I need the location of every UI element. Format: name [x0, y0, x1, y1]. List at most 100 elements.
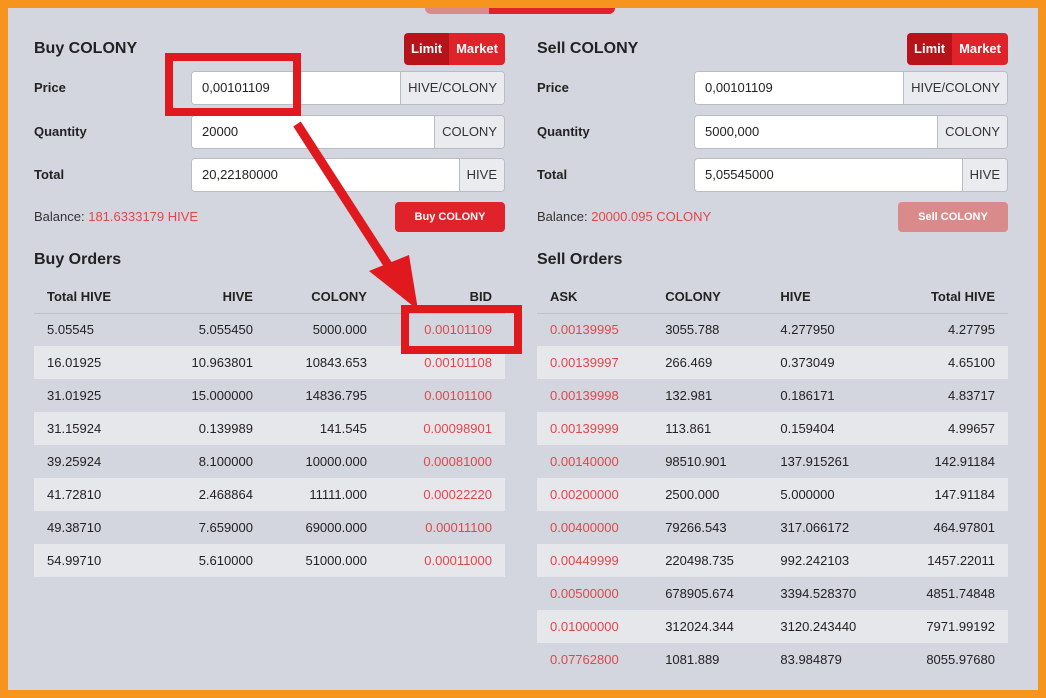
sell-quantity-field[interactable]: 5000,000 COLONY — [694, 115, 1008, 149]
buy-submit-button[interactable]: Buy COLONY — [395, 202, 505, 232]
top-tab-strip[interactable] — [425, 8, 615, 14]
buy-order-row[interactable]: 31.15924 0.139989 141.545 0.00098901 — [34, 412, 505, 445]
sell-order-cell: 147.91184 — [892, 478, 1008, 511]
sell-order-row[interactable]: 0.00139999 113.861 0.159404 4.99657 — [537, 412, 1008, 445]
sell-order-cell: 0.373049 — [767, 346, 893, 379]
buy-quantity-row: Quantity 20000 COLONY — [34, 115, 505, 149]
buy-order-cell: 41.72810 — [34, 478, 152, 511]
sell-order-cell: 0.00449999 — [537, 544, 653, 577]
sell-col-colony: COLONY — [652, 281, 768, 314]
buy-col-hive: HIVE — [151, 281, 266, 314]
sell-total-label: Total — [537, 167, 568, 182]
sell-order-row[interactable]: 0.01000000 312024.344 3120.243440 7971.9919… — [537, 610, 1008, 643]
sell-title: Sell COLONY — [537, 40, 639, 57]
buy-order-cell: 16.01925 — [34, 346, 152, 379]
sell-order-type-toggle: Limit Market — [907, 33, 1008, 65]
buy-balance-value[interactable]: 181.6333179 HIVE — [88, 209, 198, 224]
buy-quantity-unit: COLONY — [434, 116, 504, 148]
sell-order-cell: 0.07762800 — [550, 652, 619, 667]
bid-highlight-box — [401, 305, 522, 354]
buy-order-row[interactable]: 54.99710 5.610000 51000.000 0.00011000 — [34, 544, 505, 577]
sell-market-button[interactable]: Market — [952, 33, 1008, 65]
buy-order-cell: 51000.000 — [265, 544, 380, 577]
sell-order-cell: 3120.243440 — [767, 610, 893, 643]
sell-order-cell: 0.159404 — [767, 412, 893, 445]
sell-total-field[interactable]: 5,05545000 HIVE — [694, 158, 1008, 192]
sell-order-cell: 2500.000 — [652, 478, 768, 511]
buy-order-cell: 49.38710 — [47, 520, 102, 535]
buy-order-cell: 0.00098901 — [379, 412, 505, 445]
buy-order-row[interactable]: 49.38710 7.659000 69000.000 0.00011100 — [34, 511, 505, 544]
sell-order-row[interactable]: 0.00139995 3055.788 4.277950 4.27795 — [537, 313, 1008, 346]
sell-order-cell: 992.242103 — [767, 544, 893, 577]
sell-order-cell: 83.984879 — [780, 652, 842, 667]
sell-order-cell: 142.91184 — [934, 454, 996, 469]
sell-order-cell: 98510.901 — [665, 454, 727, 469]
buy-balance-label: Balance: — [34, 209, 85, 224]
buy-order-cell: 14836.795 — [305, 388, 367, 403]
buy-quantity-input[interactable]: 20000 — [192, 116, 435, 148]
buy-order-cell: 0.00101100 — [424, 388, 492, 403]
sell-order-cell: 4.27795 — [948, 322, 995, 338]
sell-orders-title: Sell Orders — [537, 251, 623, 268]
sell-order-cell: 0.00500000 — [550, 586, 619, 601]
sell-submit-button[interactable]: Sell COLONY — [898, 202, 1008, 232]
buy-balance: Balance: 181.6333179 HIVE — [34, 209, 198, 224]
sell-price-field[interactable]: 0,00101109 HIVE/COLONY — [694, 71, 1008, 105]
sell-order-cell: 3055.788 — [665, 322, 720, 338]
buy-market-button[interactable]: Market — [449, 33, 505, 65]
buy-order-cell: 10000.000 — [305, 454, 367, 469]
buy-limit-button[interactable]: Limit — [404, 33, 450, 65]
sell-order-cell: 5.000000 — [767, 478, 893, 511]
buy-order-cell: 0.00081000 — [423, 454, 492, 469]
buy-col-colony: COLONY — [265, 281, 380, 314]
sell-order-cell: 4.99657 — [892, 412, 1008, 445]
buy-order-cell: 0.139989 — [151, 412, 266, 445]
buy-total-unit: HIVE — [458, 159, 504, 191]
sell-order-row[interactable]: 0.00500000 678905.674 3394.528370 4851.7484… — [537, 577, 1008, 610]
sell-order-cell: 220498.735 — [652, 544, 768, 577]
sell-price-unit: HIVE/COLONY — [903, 72, 1007, 104]
buy-total-field[interactable]: 20,22180000 HIVE — [191, 158, 505, 192]
buy-order-cell: 31.15924 — [34, 412, 152, 445]
sell-order-cell: 0.00139998 — [550, 388, 619, 403]
sell-order-cell: 137.915261 — [780, 454, 850, 469]
buy-order-cell: 54.99710 — [34, 544, 152, 577]
sell-order-row[interactable]: 0.00139998 132.981 0.186171 4.83717 — [537, 379, 1008, 412]
buy-order-cell: 5000.000 — [312, 322, 367, 338]
buy-total-input[interactable]: 20,22180000 — [192, 159, 459, 191]
sell-order-cell: 4851.74848 — [926, 586, 995, 601]
sell-order-row[interactable]: 0.00200000 2500.000 5.000000 147.91184 — [537, 478, 1008, 511]
buy-order-cell: 2.468864 — [151, 478, 266, 511]
sell-limit-button[interactable]: Limit — [907, 33, 953, 65]
sell-quantity-row: Quantity 5000,000 COLONY — [537, 115, 1008, 149]
sell-price-input[interactable]: 0,00101109 — [695, 72, 904, 104]
sell-order-cell: 7971.99192 — [892, 610, 1008, 643]
buy-order-cell: 69000.000 — [305, 520, 367, 535]
sell-total-row: Total 5,05545000 HIVE — [537, 158, 1008, 192]
price-highlight-box — [165, 53, 301, 116]
buy-quantity-field[interactable]: 20000 COLONY — [191, 115, 505, 149]
sell-col-hive: HIVE — [767, 281, 893, 314]
sell-order-cell: 3394.528370 — [780, 586, 857, 601]
sell-total-input[interactable]: 5,05545000 — [695, 159, 962, 191]
sell-order-row[interactable]: 0.00400000 79266.543 317.066172 464.97801 — [537, 511, 1008, 544]
sell-order-row[interactable]: 0.07762800 1081.889 83.984879 8055.97680 — [537, 643, 1008, 676]
sell-order-row[interactable]: 0.00139997 266.469 0.373049 4.65100 — [537, 346, 1008, 379]
sell-balance-value[interactable]: 20000.095 COLONY — [591, 209, 711, 224]
sell-quantity-input[interactable]: 5000,000 — [695, 116, 938, 148]
buy-order-row[interactable]: 39.25924 8.100000 10000.000 0.00081000 — [34, 445, 505, 478]
sell-order-row[interactable]: 0.00140000 98510.901 137.915261 142.91184 — [537, 445, 1008, 478]
sell-order-cell: 0.186171 — [780, 388, 835, 403]
buy-order-cell: 5.05545 — [47, 322, 94, 338]
buy-col-total-hive: Total HIVE — [34, 281, 152, 314]
buy-order-row[interactable]: 31.01925 15.000000 14836.795 0.00101100 — [34, 379, 505, 412]
sell-order-cell: 8055.97680 — [926, 652, 995, 667]
buy-order-cell: 0.00011000 — [379, 544, 505, 577]
buy-order-row[interactable]: 41.72810 2.468864 11111.000 0.00022220 — [34, 478, 505, 511]
sell-order-cell: 1081.889 — [665, 652, 720, 667]
sell-order-row[interactable]: 0.00449999 220498.735 992.242103 1457.22011 — [537, 544, 1008, 577]
buy-order-cell: 10.963801 — [151, 346, 266, 379]
buy-order-cell: 5.610000 — [151, 544, 266, 577]
sell-order-cell: 132.981 — [665, 388, 713, 403]
